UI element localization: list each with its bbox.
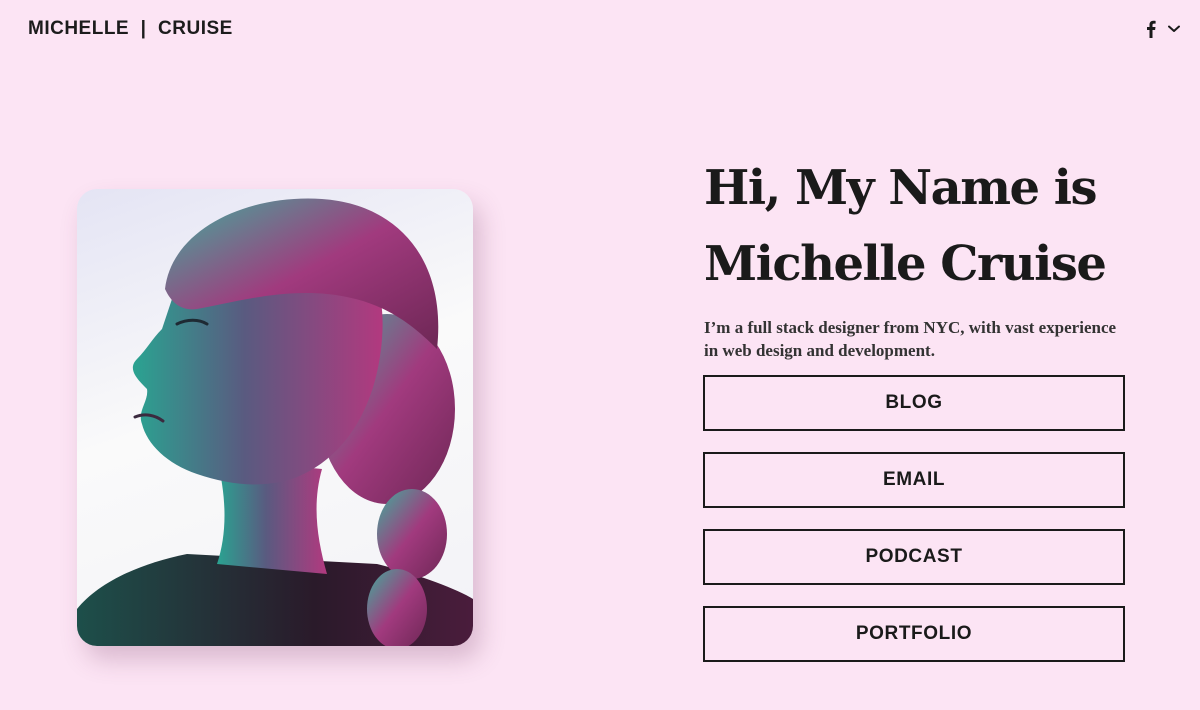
facebook-icon[interactable] (1146, 20, 1156, 38)
chevron-down-icon[interactable] (1168, 25, 1180, 33)
hero-title-line-1: Hi, My Name is (704, 160, 1098, 216)
hero-section: Hi, My Name is Michelle Cruise I’m a ful… (704, 150, 1144, 362)
hero-subtitle: I’m a full stack designer from NYC, with… (704, 318, 1117, 360)
site-logo[interactable]: MICHELLE | CRUISE (28, 18, 233, 40)
social-links (1146, 20, 1180, 38)
podcast-button[interactable]: PODCAST (703, 529, 1125, 585)
hero-title-line-2: Michelle Cruise (704, 236, 1107, 292)
portfolio-button[interactable]: PORTFOLIO (703, 606, 1125, 662)
blog-button[interactable]: BLOG (703, 375, 1125, 431)
profile-photo (77, 189, 473, 646)
portrait-illustration (77, 198, 473, 646)
email-button[interactable]: EMAIL (703, 452, 1125, 508)
nav-buttons: BLOG EMAIL PODCAST PORTFOLIO (703, 375, 1125, 683)
hero-title: Hi, My Name is Michelle Cruise (704, 150, 1144, 302)
site-header: MICHELLE | CRUISE (0, 0, 1200, 60)
